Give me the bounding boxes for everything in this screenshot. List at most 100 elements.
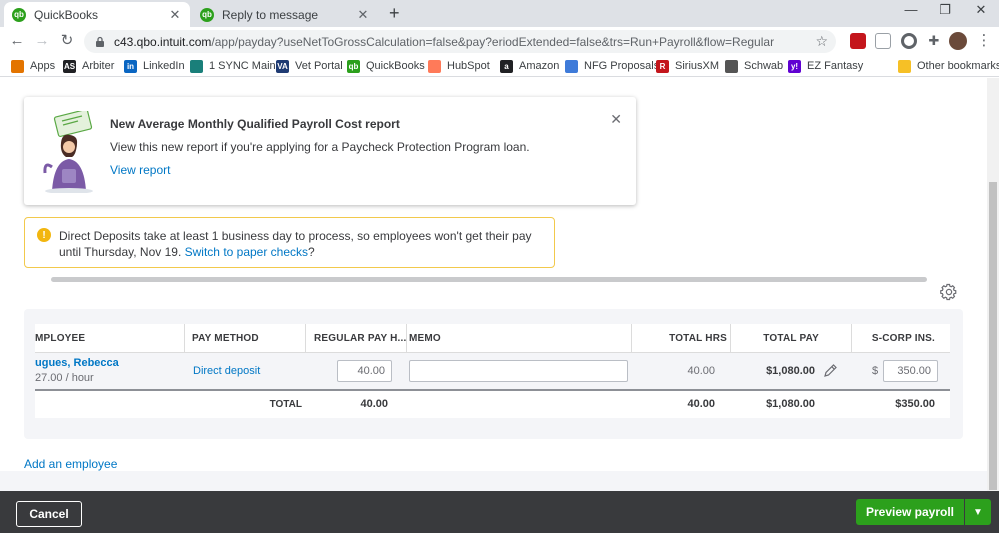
bookmark-item[interactable]: Schwab	[725, 58, 783, 74]
back-arrow-icon[interactable]: ←	[8, 32, 26, 50]
col-header-regular-pay[interactable]: REGULAR PAY H...	[314, 324, 409, 352]
col-header-employee[interactable]: MPLOYEE	[35, 324, 185, 352]
regular-hours-input[interactable]: 40.00	[337, 360, 392, 382]
notice-description: View this new report if you're applying …	[110, 140, 530, 154]
bookmark-label: Arbiter	[82, 60, 115, 72]
bookmark-label: QuickBooks	[366, 60, 425, 72]
tab-title: QuickBooks	[34, 7, 99, 22]
row-total-pay: $1,080.00	[766, 365, 815, 377]
browser-menu-icon[interactable]: ⋮	[975, 32, 993, 50]
bookmark-star-icon[interactable]: ☆	[815, 33, 828, 50]
window-close-button[interactable]: ✕	[966, 2, 996, 18]
profile-avatar[interactable]	[949, 32, 967, 50]
bookmark-favicon-icon	[725, 59, 738, 73]
bookmark-favicon-icon: qb	[347, 59, 360, 73]
pencil-edit-icon[interactable]	[822, 363, 838, 379]
totals-regular-hours: 40.00	[360, 398, 388, 410]
browser-toolbar: ← → ↻ c43.qbo.intuit.com/app/payday?useN…	[0, 27, 999, 55]
horizontal-scrollbar[interactable]	[51, 277, 927, 282]
tab-reply-to-message[interactable]: qb Reply to message ✕	[192, 2, 378, 27]
tab-close-icon[interactable]: ✕	[356, 7, 370, 23]
bookmark-item[interactable]: 1 SYNC Main	[190, 58, 276, 74]
col-header-scorp-ins[interactable]: S-CORP INS.	[855, 324, 935, 352]
minimize-button[interactable]: —	[896, 2, 926, 17]
footer-bar: Cancel Preview payroll ▼	[0, 491, 999, 533]
bookmark-label: Other bookmarks	[917, 60, 999, 72]
currency-symbol: $	[872, 365, 879, 377]
bookmark-favicon-icon: a	[500, 59, 513, 73]
bookmark-label: Apps	[30, 60, 56, 72]
payroll-table-card: MPLOYEE PAY METHOD REGULAR PAY H... MEMO…	[24, 309, 963, 439]
bookmark-label: Schwab	[744, 60, 784, 72]
tab-title: Reply to message	[222, 7, 319, 22]
cancel-button[interactable]: Cancel	[16, 501, 82, 527]
bookmark-favicon-icon: VA	[276, 59, 289, 73]
bookmark-favicon-icon	[428, 59, 441, 73]
warning-icon: !	[37, 228, 51, 242]
acrobat-extension-icon[interactable]	[850, 33, 866, 49]
totals-label: TOTAL	[269, 398, 302, 410]
tab-close-icon[interactable]: ✕	[168, 7, 182, 23]
add-employee-link[interactable]: Add an employee	[24, 457, 117, 471]
bookmark-label: Vet Portal	[295, 60, 343, 72]
tab-quickbooks[interactable]: qb QuickBooks ✕	[4, 2, 190, 27]
forward-arrow-icon[interactable]: →	[33, 32, 51, 50]
view-report-link[interactable]: View report	[110, 163, 170, 177]
memo-input[interactable]	[409, 360, 628, 382]
lock-icon	[94, 36, 106, 48]
employee-name-link[interactable]: ugues, Rebecca	[35, 357, 119, 369]
bookmark-item[interactable]: y! EZ Fantasy	[788, 58, 863, 74]
circle-extension-icon[interactable]	[901, 33, 917, 49]
bookmark-item[interactable]: HubSpot	[428, 58, 490, 74]
quickbooks-favicon-icon: qb	[200, 7, 214, 22]
bookmark-favicon-icon: in	[124, 59, 137, 73]
vertical-scrollbar-thumb[interactable]	[989, 182, 997, 490]
bookmark-item[interactable]: R SiriusXM	[656, 58, 719, 74]
bookmark-favicon-icon: R	[656, 59, 669, 73]
bookmark-item[interactable]: VA Vet Portal	[276, 58, 343, 74]
bookmark-label: NFG Proposals	[584, 60, 660, 72]
col-header-pay-method[interactable]: PAY METHOD	[192, 324, 302, 352]
preview-payroll-button[interactable]: Preview payroll	[856, 499, 964, 525]
bookmark-item[interactable]: a Amazon	[500, 58, 559, 74]
page-bottom-band	[0, 471, 999, 491]
col-header-memo[interactable]: MEMO	[409, 324, 489, 352]
address-bar[interactable]: c43.qbo.intuit.com/app/payday?useNetToGr…	[84, 30, 836, 53]
bookmark-favicon-icon	[190, 59, 203, 73]
scorp-ins-input[interactable]: 350.00	[883, 360, 938, 382]
bookmark-label: Amazon	[519, 60, 560, 72]
gear-icon[interactable]	[940, 283, 958, 301]
restore-button[interactable]: ❐	[930, 2, 960, 18]
reader-extension-icon[interactable]	[875, 33, 891, 49]
table-row: ugues, Rebecca 27.00 / hour Direct depos…	[35, 353, 950, 389]
preview-options-dropdown-button[interactable]: ▼	[965, 499, 991, 525]
bookmark-item[interactable]: qb QuickBooks	[347, 58, 425, 74]
browser-tab-bar: qb QuickBooks ✕ qb Reply to message ✕ + …	[0, 0, 999, 27]
bookmark-item[interactable]: AS Arbiter	[63, 58, 114, 74]
quickbooks-favicon-icon: qb	[12, 7, 26, 22]
totals-total-pay: $1,080.00	[766, 398, 815, 410]
bookmark-label: LinkedIn	[143, 60, 185, 72]
bookmark-label: HubSpot	[447, 60, 490, 72]
bookmark-favicon-icon	[565, 59, 578, 73]
bookmark-label: 1 SYNC Main	[209, 60, 276, 72]
switch-to-paper-checks-link[interactable]: Switch to paper checks	[185, 245, 308, 259]
bookmark-favicon-icon: y!	[788, 59, 801, 73]
totals-total-hrs: 40.00	[687, 398, 715, 410]
notice-title: New Average Monthly Qualified Payroll Co…	[110, 117, 400, 131]
col-header-total-hrs[interactable]: TOTAL HRS	[635, 324, 727, 352]
bookmark-favicon-icon	[898, 59, 911, 73]
bookmark-item[interactable]: Apps	[11, 58, 55, 74]
col-header-total-pay[interactable]: TOTAL PAY	[735, 324, 819, 352]
payroll-table: MPLOYEE PAY METHOD REGULAR PAY H... MEMO…	[35, 324, 950, 418]
bookmark-item[interactable]: NFG Proposals	[565, 58, 659, 74]
notice-close-icon[interactable]: ✕	[610, 111, 622, 128]
pay-method-link[interactable]: Direct deposit	[193, 353, 260, 389]
bookmark-label: SiriusXM	[675, 60, 720, 72]
new-tab-button[interactable]: +	[389, 3, 400, 24]
direct-deposit-alert: ! Direct Deposits take at least 1 busine…	[24, 217, 555, 268]
bookmark-item[interactable]: Other bookmarks	[898, 58, 999, 74]
bookmark-item[interactable]: in LinkedIn	[124, 58, 185, 74]
extensions-puzzle-icon[interactable]: ✚	[926, 33, 942, 49]
reload-icon[interactable]: ↻	[58, 32, 76, 50]
